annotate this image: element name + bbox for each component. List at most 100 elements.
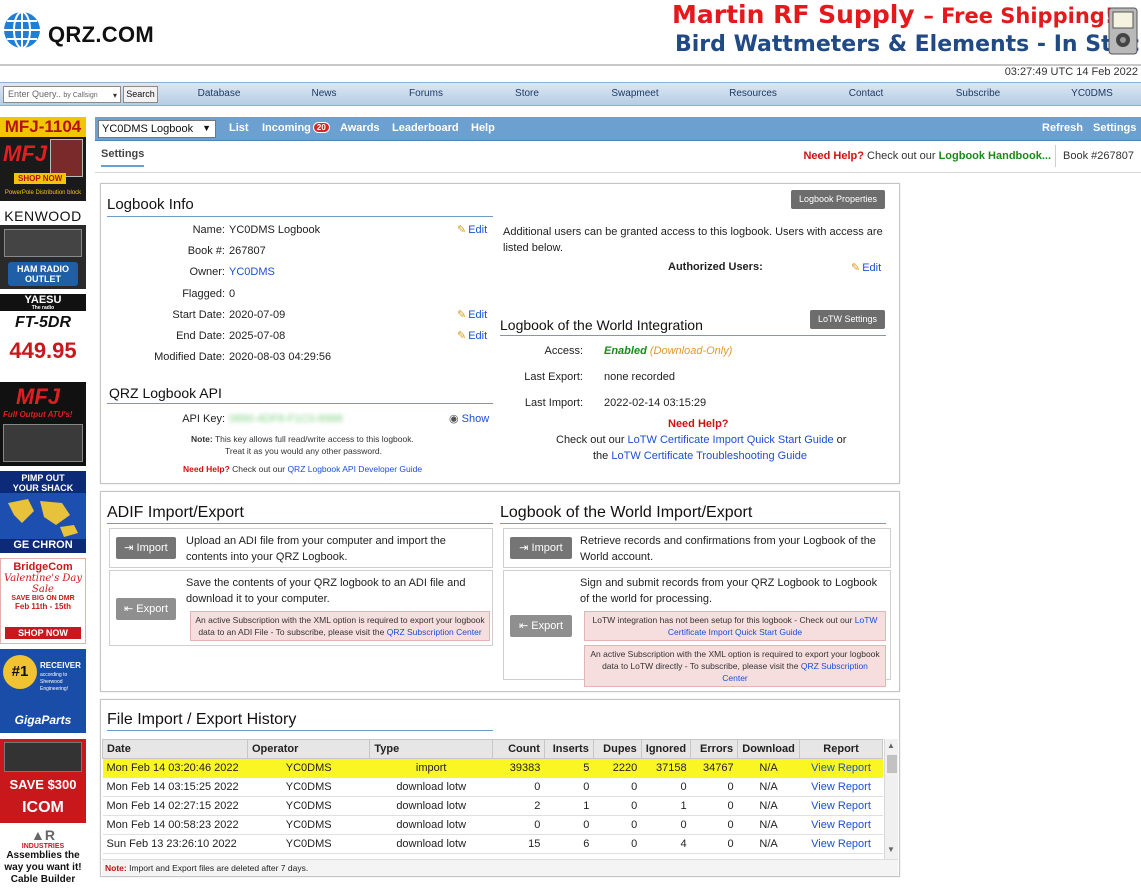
history-scrollbar[interactable]: ▲ ▼ — [884, 739, 898, 859]
lotw-import-button[interactable]: ⇥ Import — [510, 537, 572, 559]
icom-logo: ICOM — [22, 799, 64, 816]
banner-line1[interactable]: Martin RF Supply – Free Shipping! — [672, 0, 1114, 29]
cell-operator: YC0DMS — [247, 834, 370, 854]
col-errors[interactable]: Errors — [690, 739, 739, 759]
col-type[interactable]: Type — [369, 739, 493, 759]
tab-incoming[interactable]: Incoming 20 — [262, 122, 330, 134]
nav-resources[interactable]: Resources — [729, 88, 777, 99]
api-key-label: API Key: — [182, 413, 225, 425]
view-report-link[interactable]: View Report — [799, 796, 883, 816]
col-operator[interactable]: Operator — [246, 739, 371, 759]
ad-mfj-atu[interactable]: MFJ Full Output ATU's! — [0, 382, 86, 466]
lotw-setup-text: LoTW integration has not been setup for … — [592, 615, 853, 625]
cell-count: 39383 — [492, 758, 545, 778]
nav-store[interactable]: Store — [515, 88, 539, 99]
tuner-image — [3, 424, 83, 462]
bridgecom-line3: SAVE BIG ON DMR — [11, 595, 75, 602]
ad-abr[interactable]: ▲R INDUSTRIES Assemblies the way you wan… — [0, 827, 86, 892]
owner-link[interactable]: YC0DMS — [229, 266, 275, 278]
nav-callsign[interactable]: YC0DMS — [1071, 88, 1113, 99]
refresh-link[interactable]: Refresh — [1042, 122, 1083, 134]
start-date-label: Start Date: — [172, 309, 225, 321]
import-export-panel: ADIF Import/Export Logbook of the World … — [100, 491, 900, 692]
view-report-link[interactable]: View Report — [799, 758, 883, 778]
qrz-logo[interactable]: QRZ.COM — [2, 10, 162, 50]
logbook-select[interactable]: YC0DMS Logbook ▼ — [98, 120, 216, 138]
lotw-troubleshoot-link[interactable]: LoTW Certificate Troubleshooting Guide — [611, 450, 807, 462]
nav-subscribe[interactable]: Subscribe — [956, 88, 1000, 99]
scroll-thumb[interactable] — [887, 755, 897, 773]
search-button[interactable]: Search — [123, 86, 158, 103]
nav-swapmeet[interactable]: Swapmeet — [611, 88, 658, 99]
edit-start-date-button[interactable]: ✎ Edit — [457, 308, 487, 321]
title-rule — [107, 216, 493, 217]
last-import-label: Last Import: — [524, 397, 583, 409]
ad-mfj1104-title: MFJ-1104 — [0, 117, 86, 137]
lotw-export-label: Export — [531, 620, 564, 632]
edit-name-button[interactable]: ✎ Edit — [457, 223, 487, 236]
cell-count: 15 — [492, 834, 545, 854]
col-inserts[interactable]: Inserts — [543, 739, 594, 759]
lotw-quick-start-link[interactable]: LoTW Certificate Import Quick Start Guid… — [628, 434, 834, 446]
edit-end-date-button[interactable]: ✎ Edit — [457, 329, 487, 342]
pencil-icon: ✎ — [457, 224, 467, 236]
banner-line2[interactable]: Bird Wattmeters & Elements - In Stock — [675, 32, 1141, 57]
lotw-help-line1: Check out our LoTW Certificate Import Qu… — [556, 434, 846, 446]
view-report-link[interactable]: View Report — [799, 834, 883, 854]
cell-ignored: 0 — [641, 815, 691, 835]
adif-import-button[interactable]: ⇥ Import — [116, 537, 176, 559]
view-report-link[interactable]: View Report — [799, 777, 883, 797]
tab-settings[interactable]: Settings — [101, 148, 145, 167]
tab-awards[interactable]: Awards — [340, 122, 380, 134]
edit-users-button[interactable]: ✎ Edit — [851, 261, 881, 274]
end-date-label: End Date: — [176, 330, 225, 342]
main-nav: Enter Query.. by Callsign ▾ Search Datab… — [0, 82, 1141, 106]
banner-company: Martin RF Supply — [672, 0, 915, 29]
ad-yaesu[interactable]: YAESU The radio FT-5DR 449.95 — [0, 294, 86, 376]
tab-help[interactable]: Help — [471, 122, 495, 134]
ad-kenwood[interactable]: KENWOOD HAM RADIO OUTLET — [0, 207, 86, 289]
lotw-settings-button[interactable]: LoTW Settings — [810, 310, 885, 329]
col-date[interactable]: Date — [102, 739, 248, 759]
col-count[interactable]: Count — [491, 739, 545, 759]
ad-gigaparts[interactable]: #1 RECEIVER according to Sherwood Engine… — [0, 649, 86, 733]
flagged-value: 0 — [229, 288, 236, 300]
need-help-label: Need Help? — [803, 150, 864, 162]
chevron-down-icon[interactable]: ▾ — [113, 90, 117, 101]
lotw-export-button[interactable]: ⇤ Export — [510, 615, 572, 637]
api-guide-link[interactable]: QRZ Logbook API Developer Guide — [287, 464, 422, 474]
settings-link[interactable]: Settings — [1093, 122, 1136, 134]
ad-mfj1104[interactable]: MFJ-1104 MFJ SHOP NOW PowerPole Distribu… — [0, 117, 86, 201]
col-dupes[interactable]: Dupes — [592, 739, 642, 759]
handbook-link[interactable]: Logbook Handbook... — [939, 150, 1051, 162]
ad-bridgecom[interactable]: BridgeCom Valentine's Day Sale SAVE BIG O… — [0, 558, 86, 644]
scroll-down-icon[interactable]: ▼ — [887, 845, 895, 854]
nav-contact[interactable]: Contact — [849, 88, 883, 99]
users-description: Additional users can be granted access t… — [503, 226, 883, 254]
tab-list[interactable]: List — [229, 122, 249, 134]
bridgecom-cta: SHOP NOW — [5, 627, 81, 639]
nav-forums[interactable]: Forums — [409, 88, 443, 99]
ad-icom[interactable]: SAVE $300 ICOM — [0, 739, 86, 823]
search-input[interactable]: Enter Query.. by Callsign ▾ — [3, 86, 121, 103]
show-api-key-button[interactable]: ◉ Show — [449, 412, 489, 425]
nav-database[interactable]: Database — [198, 88, 241, 99]
col-ignored[interactable]: Ignored — [640, 739, 692, 759]
view-report-link[interactable]: View Report — [799, 815, 883, 835]
book-label: Book #: — [187, 245, 225, 257]
nav-news[interactable]: News — [311, 88, 336, 99]
col-download[interactable]: Download — [737, 739, 801, 759]
scroll-up-icon[interactable]: ▲ — [887, 741, 895, 750]
cell-date: Sun Feb 13 23:26:10 2022 — [102, 834, 248, 854]
authorized-users-label: Authorized Users: — [668, 261, 763, 273]
banner-shipping: – Free Shipping! — [923, 4, 1115, 28]
logbook-properties-button[interactable]: Logbook Properties — [791, 190, 885, 209]
col-report[interactable]: Report — [799, 739, 883, 759]
adif-import-text: Upload an ADI file from your computer an… — [186, 535, 446, 563]
ad-geochron[interactable]: PIMP OUT YOUR SHACK GE CHRON — [0, 471, 86, 553]
adif-subscription-link[interactable]: QRZ Subscription Center — [387, 627, 482, 637]
cell-date: Mon Feb 14 03:15:25 2022 — [102, 777, 248, 797]
flagged-label: Flagged: — [182, 288, 225, 300]
adif-export-button[interactable]: ⇤ Export — [116, 598, 176, 620]
tab-leaderboard[interactable]: Leaderboard — [392, 122, 459, 134]
